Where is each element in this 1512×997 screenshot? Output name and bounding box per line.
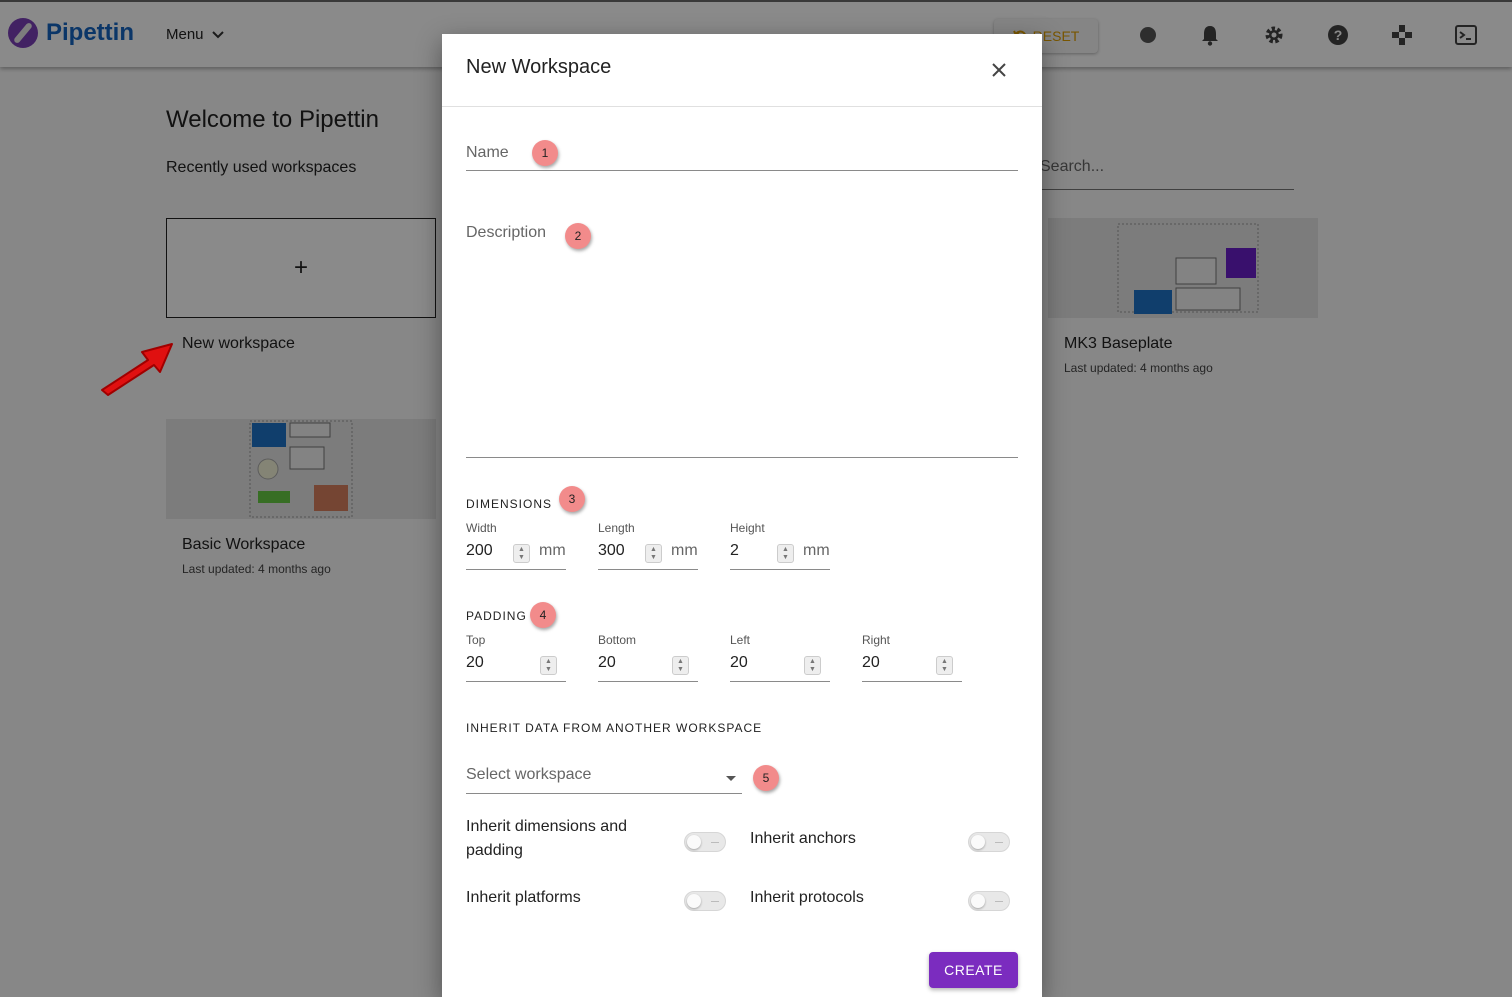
description-field-underline [466,457,1018,458]
up-arrow-icon: ▲ [782,545,789,553]
down-arrow-icon: ▼ [650,553,657,561]
height-stepper[interactable]: ▲ ▼ [777,544,794,563]
height-value: 2 [730,542,739,559]
down-arrow-icon: ▼ [677,665,684,673]
inherit-platforms-toggle[interactable] [684,891,726,911]
padding-right-label: Right [862,633,891,647]
toggle-off-mark [995,842,1003,843]
annotation-arrow-icon [101,343,173,396]
height-label: Height [730,521,765,535]
length-unit: mm [671,542,698,559]
length-value: 300 [598,542,625,559]
inherit-workspace-select[interactable]: Select workspace [466,761,742,794]
annotation-badge: 1 [532,140,558,166]
padding-right-value: 20 [862,654,880,671]
padding-top-stepper[interactable]: ▲ ▼ [540,656,557,675]
padding-right-input[interactable]: 20 ▲ ▼ [862,650,962,682]
up-arrow-icon: ▲ [650,545,657,553]
padding-top-value: 20 [466,654,484,671]
inherit-protocols-label: Inherit protocols [750,889,864,906]
down-arrow-icon: ▼ [545,665,552,673]
up-arrow-icon: ▲ [941,657,948,665]
down-arrow-icon: ▼ [518,553,525,561]
down-arrow-icon: ▼ [809,665,816,673]
description-field-label: Description [466,224,547,241]
inherit-anchors-label: Inherit anchors [750,830,856,847]
select-workspace-placeholder: Select workspace [466,766,592,783]
padding-section-title: PADDING [466,609,527,623]
up-arrow-icon: ▲ [677,657,684,665]
padding-top-input[interactable]: 20 ▲ ▼ [466,650,566,682]
inherit-dimensions-label-line1: Inherit dimensions and [466,818,627,835]
dialog-header: New Workspace [442,34,1042,107]
close-button[interactable] [986,57,1012,83]
padding-right-stepper[interactable]: ▲ ▼ [936,656,953,675]
name-field-label: Name [466,144,509,161]
toggle-knob [971,835,985,849]
padding-left-label: Left [730,633,751,647]
inherit-platforms-label: Inherit platforms [466,889,581,906]
padding-bottom-input[interactable]: 20 ▲ ▼ [598,650,698,682]
toggle-knob [687,835,701,849]
width-value: 200 [466,542,493,559]
padding-bottom-stepper[interactable]: ▲ ▼ [672,656,689,675]
padding-bottom-value: 20 [598,654,616,671]
create-button[interactable]: CREATE [929,952,1018,988]
inherit-dimensions-label-line2: padding [466,842,523,859]
down-arrow-icon: ▼ [941,665,948,673]
width-input[interactable]: 200 ▲ ▼ mm [466,538,566,570]
close-icon [992,63,1006,77]
length-stepper[interactable]: ▲ ▼ [645,544,662,563]
toggle-knob [687,894,701,908]
length-input[interactable]: 300 ▲ ▼ mm [598,538,698,570]
padding-bottom-label: Bottom [598,633,637,647]
inherit-anchors-toggle[interactable] [968,832,1010,852]
dialog-title: New Workspace [466,56,612,78]
width-unit: mm [539,542,566,559]
inherit-protocols-toggle[interactable] [968,891,1010,911]
name-field-underline [466,170,1018,171]
annotation-badge: 2 [565,223,591,249]
height-unit: mm [803,542,830,559]
annotation-badge: 3 [559,486,585,512]
height-input[interactable]: 2 ▲ ▼ mm [730,538,830,570]
width-label: Width [466,521,497,535]
down-arrow-icon: ▼ [782,553,789,561]
annotation-badge: 4 [530,602,556,628]
toggle-knob [971,894,985,908]
padding-left-stepper[interactable]: ▲ ▼ [804,656,821,675]
toggle-off-mark [711,842,719,843]
dimensions-section-title: DIMENSIONS [466,497,553,511]
caret-down-icon [726,776,736,781]
width-stepper[interactable]: ▲ ▼ [513,544,530,563]
up-arrow-icon: ▲ [809,657,816,665]
annotation-badge: 5 [753,765,779,791]
inherit-section-title: INHERIT DATA FROM ANOTHER WORKSPACE [466,721,763,735]
up-arrow-icon: ▲ [545,657,552,665]
inherit-dimensions-label: Inherit dimensions and padding [466,815,627,863]
padding-top-label: Top [466,633,486,647]
inherit-dimensions-toggle[interactable] [684,832,726,852]
up-arrow-icon: ▲ [518,545,525,553]
padding-left-input[interactable]: 20 ▲ ▼ [730,650,830,682]
padding-left-value: 20 [730,654,748,671]
toggle-off-mark [995,901,1003,902]
new-workspace-dialog: New Workspace Name 1 Description 2 DIMEN… [442,34,1042,997]
toggle-off-mark [711,901,719,902]
length-label: Length [598,521,635,535]
